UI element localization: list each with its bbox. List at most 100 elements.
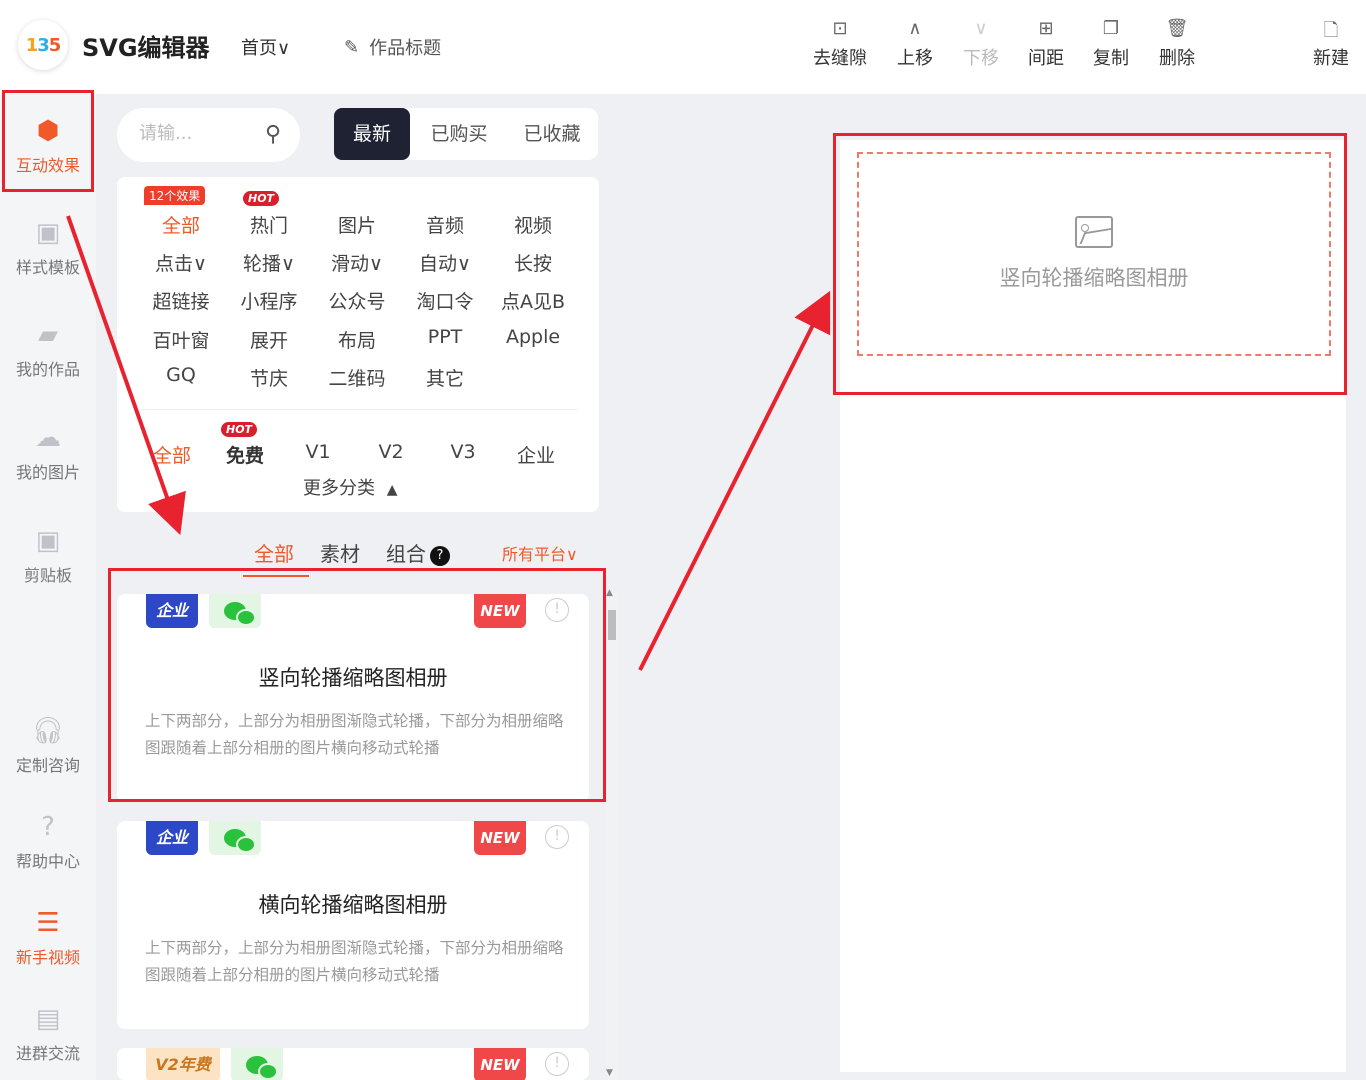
effect-count-badge: 12个效果 (144, 186, 206, 205)
tool-label: 去缝隙 (813, 48, 867, 69)
new-badge: NEW (474, 821, 526, 855)
category-all[interactable]: 全部 (141, 211, 221, 238)
new-badge: NEW (474, 1048, 526, 1080)
category-slide[interactable]: 滑动∨ (317, 249, 397, 276)
more-categories-toggle[interactable]: 更多分类 ▲ (303, 474, 398, 500)
top-header: 1 3 5 SVG编辑器 首页∨ ✎ 作品标题 ⊡ 去缝隙 ∧ 上移 ∨ 下移 … (0, 0, 1366, 94)
tool-label: 新建 (1313, 48, 1349, 69)
app-logo[interactable]: 1 3 5 (18, 20, 68, 70)
info-icon[interactable]: ! (545, 598, 569, 622)
search-box: ⚲ (117, 108, 300, 162)
effect-card[interactable]: V2年费 NEW ! (117, 1048, 589, 1080)
sidebar-item-label: 进群交流 (15, 1044, 80, 1063)
sidebar-item-join-group[interactable]: ▤ 进群交流 (0, 1004, 96, 1064)
enterprise-tag: 企业 (146, 594, 198, 628)
category-other[interactable]: 其它 (405, 364, 485, 391)
category-hot[interactable]: 热门 (229, 211, 309, 238)
sidebar-item-style-templates[interactable]: ▣ 样式模板 (0, 218, 96, 278)
help-icon[interactable]: ? (430, 545, 450, 566)
new-file-icon: 🗋 (1323, 20, 1339, 41)
version-v3[interactable]: V3 (428, 441, 498, 463)
category-qrcode[interactable]: 二维码 (317, 364, 397, 391)
subtab-combo[interactable]: 组合? (386, 538, 450, 567)
clipboard-icon: ▣ (35, 526, 61, 556)
sidebar-item-my-images[interactable]: ☁ 我的图片 (0, 423, 96, 483)
tool-spacing-button[interactable]: ⊞ 间距 (1011, 18, 1081, 70)
category-taobao-code[interactable]: 淘口令 (405, 287, 485, 314)
category-audio[interactable]: 音频 (405, 211, 485, 238)
folder-icon: ▰ (38, 320, 58, 350)
panel-scrollbar-thumb[interactable] (608, 610, 616, 640)
chevron-up-icon: ∧ (908, 18, 922, 39)
version-enterprise[interactable]: 企业 (501, 441, 571, 468)
canvas-effect-placeholder[interactable]: 竖向轮播缩略图相册 (857, 152, 1331, 356)
annotation-box-nav (2, 90, 94, 192)
category-ppt[interactable]: PPT (405, 326, 485, 348)
subtab-all[interactable]: 全部 (254, 538, 294, 567)
segment-latest[interactable]: 最新 (334, 108, 410, 160)
tool-move-up-button[interactable]: ∧ 上移 (880, 18, 950, 70)
v2-annual-tag: V2年费 (146, 1048, 220, 1080)
category-hyperlink[interactable]: 超链接 (141, 287, 221, 314)
sidebar-item-tutorial-videos[interactable]: ☰ 新手视频 (0, 908, 96, 968)
category-apple[interactable]: Apple (493, 326, 573, 348)
scroll-up-icon[interactable]: ▲ (606, 588, 613, 598)
tool-copy-button[interactable]: ❐ 复制 (1076, 18, 1146, 70)
home-menu-dropdown[interactable]: 首页∨ (241, 34, 290, 60)
sidebar-item-my-works[interactable]: ▰ 我的作品 (0, 320, 96, 380)
info-icon[interactable]: ! (545, 1052, 569, 1076)
help-circle-icon: ? (41, 812, 55, 842)
category-blinds[interactable]: 百叶窗 (141, 326, 221, 353)
effect-card-desc: 上下两部分，上部分为相册图渐隐式轮播，下部分为相册缩略图跟随着上部分相册的图片横… (145, 939, 564, 984)
app-title: SVG编辑器 (82, 34, 210, 62)
search-input[interactable] (139, 123, 249, 144)
work-title-editor[interactable]: ✎ 作品标题 (344, 34, 441, 60)
tool-remove-gap-button[interactable]: ⊡ 去缝隙 (805, 18, 875, 70)
subtab-active-underline (243, 575, 309, 577)
version-v2[interactable]: V2 (356, 441, 426, 463)
triangle-up-icon: ▲ (386, 482, 398, 498)
search-icon[interactable]: ⚲ (265, 122, 281, 147)
sidebar-item-label: 我的作品 (15, 360, 80, 379)
info-icon[interactable]: ! (545, 825, 569, 849)
category-video[interactable]: 视频 (493, 211, 573, 238)
category-gq[interactable]: GQ (141, 364, 221, 386)
wechat-icon (209, 821, 261, 855)
logo-char-3: 5 (48, 34, 61, 56)
template-icon: ▣ (35, 218, 61, 248)
segment-favorites[interactable]: 已收藏 (510, 108, 594, 160)
category-click-a-see-b[interactable]: 点A见B (493, 287, 573, 314)
scroll-down-icon[interactable]: ▼ (606, 1068, 613, 1078)
effect-card[interactable]: 企业 NEW ! 横向轮播缩略图相册 上下两部分，上部分为相册图渐隐式轮播，下部… (117, 821, 589, 1029)
sidebar-item-label: 我的图片 (15, 463, 80, 482)
category-layout[interactable]: 布局 (317, 326, 397, 353)
category-expand[interactable]: 展开 (229, 326, 309, 353)
effects-panel: ⚲ 最新 已购买 已收藏 12个效果 HOT 全部 热门 图片 音频 视频 点击… (96, 94, 620, 1080)
sidebar-item-label: 定制咨询 (15, 756, 80, 775)
segment-purchased[interactable]: 已购买 (418, 108, 500, 160)
sidebar-item-custom-consult[interactable]: 🎧︎ 定制咨询 (0, 716, 96, 776)
tool-move-down-button[interactable]: ∨ 下移 (946, 18, 1016, 70)
tool-delete-button[interactable]: 🗑 删除 (1142, 18, 1212, 70)
category-mini-program[interactable]: 小程序 (229, 287, 309, 314)
version-free[interactable]: 免费 (210, 441, 280, 468)
category-carousel[interactable]: 轮播∨ (229, 249, 309, 276)
tool-new-button[interactable]: 🗋 新建 (1296, 18, 1366, 70)
copy-icon: ❐ (1102, 18, 1120, 39)
sidebar-item-clipboard[interactable]: ▣ 剪贴板 (0, 526, 96, 586)
work-title-text: 作品标题 (369, 38, 442, 59)
category-click[interactable]: 点击∨ (141, 249, 221, 276)
category-official-account[interactable]: 公众号 (317, 287, 397, 314)
category-long-press[interactable]: 长按 (493, 249, 573, 276)
version-all[interactable]: 全部 (137, 441, 207, 468)
version-v1[interactable]: V1 (283, 441, 353, 463)
category-image[interactable]: 图片 (317, 211, 397, 238)
subtab-material[interactable]: 素材 (320, 538, 360, 567)
effect-card[interactable]: 企业 NEW ! 竖向轮播缩略图相册 上下两部分，上部分为相册图渐隐式轮播，下部… (117, 594, 589, 802)
platform-dropdown[interactable]: 所有平台∨ (502, 541, 578, 565)
sidebar-item-help-center[interactable]: ? 帮助中心 (0, 812, 96, 872)
category-festival[interactable]: 节庆 (229, 364, 309, 391)
panel-scrollbar[interactable] (607, 592, 617, 1080)
category-auto[interactable]: 自动∨ (405, 249, 485, 276)
cloud-upload-icon: ☁ (35, 423, 61, 453)
